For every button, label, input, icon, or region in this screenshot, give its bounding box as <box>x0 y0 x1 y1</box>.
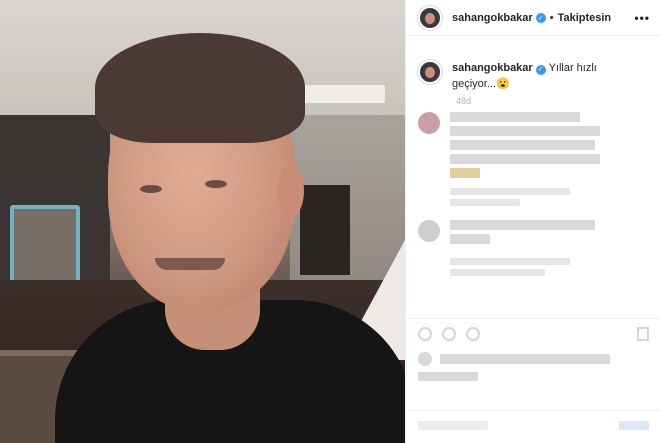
username-link[interactable]: sahangokbakar <box>452 12 533 24</box>
caption: sahangokbakar ✓ Yıllar hızlı geçiyor...😮 <box>406 36 660 92</box>
post-header: sahangokbakar ✓ • Takiptesin ••• <box>406 0 660 36</box>
ear <box>278 165 304 217</box>
share-icon[interactable] <box>466 327 480 341</box>
separator-dot: • <box>549 11 554 24</box>
toy-shelf <box>10 205 80 285</box>
comment-icon[interactable] <box>442 327 456 341</box>
comment-blurred <box>406 220 660 276</box>
caption-username[interactable]: sahangokbakar <box>452 62 533 74</box>
post-actions <box>406 318 660 349</box>
comment-blurred <box>406 112 660 206</box>
hair <box>95 33 305 143</box>
heart-icon[interactable] <box>418 327 432 341</box>
verified-badge-icon: ✓ <box>535 65 546 75</box>
verified-badge-icon: ✓ <box>535 12 546 23</box>
smile <box>155 258 225 270</box>
avatar[interactable] <box>418 5 442 30</box>
commenter-avatar <box>418 112 440 134</box>
add-comment-bar[interactable] <box>406 410 660 443</box>
comment-body-blurred <box>450 220 595 276</box>
commenter-avatar <box>418 220 440 242</box>
more-options-icon[interactable]: ••• <box>634 11 650 25</box>
right-eye <box>205 180 227 188</box>
likes-blurred-line <box>418 372 478 381</box>
follow-button[interactable]: Takiptesin <box>558 12 612 24</box>
fireplace <box>300 185 350 275</box>
post-sidebar: sahangokbakar ✓ • Takiptesin ••• sahango… <box>405 0 660 443</box>
caption-text: sahangokbakar ✓ Yıllar hızlı geçiyor...😮 <box>452 60 642 92</box>
post-photo[interactable] <box>0 0 405 443</box>
left-eye <box>140 185 162 193</box>
comment-body-blurred <box>450 112 600 206</box>
bookmark-icon[interactable] <box>637 327 649 341</box>
post-timestamp: 48d <box>456 96 472 106</box>
likes-blurred <box>418 352 610 366</box>
caption-avatar[interactable] <box>418 60 442 84</box>
